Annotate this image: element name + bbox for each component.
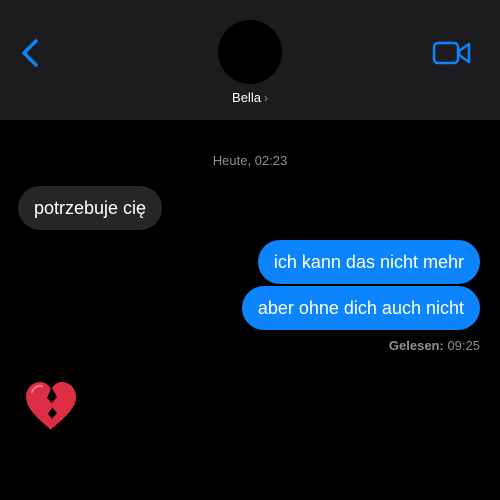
timestamp-label: Heute, [212, 153, 252, 168]
timestamp-time: 02:23 [254, 153, 288, 168]
read-receipt: Gelesen: 09:25 [389, 338, 480, 353]
incoming-message-bubble[interactable]: potrzebuje cię [18, 186, 163, 230]
message-text: ich kann das nicht mehr [273, 252, 464, 272]
chevron-left-icon[interactable] [16, 36, 46, 70]
video-camera-icon[interactable] [432, 40, 472, 66]
read-receipt-time: 09:25 [447, 338, 480, 353]
outgoing-message-bubble[interactable]: ich kann das nicht mehr [257, 240, 480, 284]
contact-name: Bella [232, 90, 261, 105]
read-receipt-label: Gelesen: [388, 338, 444, 353]
message-text: potrzebuje cię [34, 198, 147, 218]
broken-heart-icon[interactable] [22, 378, 80, 436]
conversation-header: Bella › [0, 0, 500, 120]
message-text: aber ohne dich auch nicht [257, 298, 464, 318]
outgoing-message-bubble[interactable]: aber ohne dich auch nicht [241, 286, 480, 330]
contact-avatar[interactable] [218, 20, 282, 84]
chevron-right-icon: › [263, 91, 268, 105]
message-timestamp: Heute, 02:23 [0, 153, 500, 168]
contact-name-button[interactable]: Bella › [0, 90, 500, 105]
